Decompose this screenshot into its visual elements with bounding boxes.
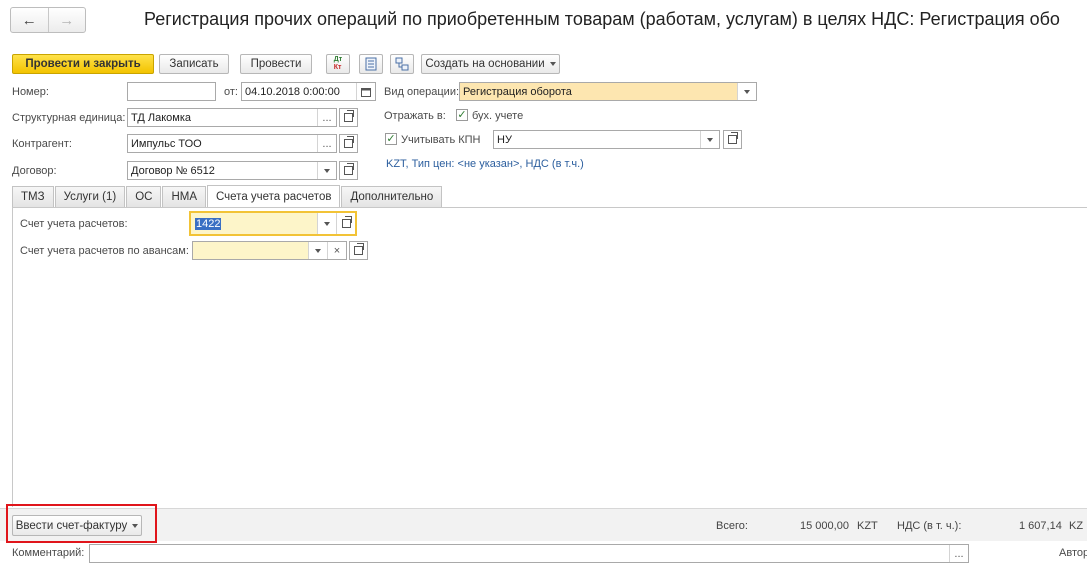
tab-bar: ТМЗ Услуги (1) ОС НМА Счета учета расчет… <box>12 185 443 208</box>
comment-label: Комментарий: <box>12 547 85 559</box>
chevron-down-icon <box>707 137 713 142</box>
settlement-account-open-button[interactable] <box>336 213 355 234</box>
date-field[interactable]: 04.10.2018 0:00:00 <box>241 82 376 101</box>
contract-dropdown-button[interactable] <box>317 162 336 179</box>
contract-label: Договор: <box>12 165 57 177</box>
vat-currency: KZ <box>1069 520 1084 532</box>
unit-field[interactable]: ТД Лакомка ... <box>127 108 337 127</box>
chevron-down-icon <box>315 248 321 253</box>
checkmark-icon: ✓ <box>457 108 467 121</box>
contract-field[interactable]: Договор № 6512 <box>127 161 337 180</box>
create-based-on-label: Создать на основании <box>425 58 545 70</box>
hierarchy-icon <box>395 57 409 71</box>
structure-button[interactable] <box>390 54 414 74</box>
ellipsis-icon: ... <box>322 111 332 124</box>
comment-field[interactable]: ... <box>89 544 969 563</box>
chevron-down-icon <box>549 62 556 66</box>
ellipsis-icon: ... <box>954 547 964 560</box>
advance-account-open-button[interactable] <box>349 241 368 260</box>
operation-field[interactable]: Регистрация оборота <box>459 82 757 101</box>
unit-select-button[interactable]: ... <box>317 109 336 126</box>
report-button[interactable] <box>359 54 383 74</box>
kpn-field[interactable]: НУ <box>493 130 720 149</box>
advance-account-label: Счет учета расчетов по авансам: <box>20 245 189 257</box>
chevron-down-icon <box>324 221 330 226</box>
kpn-checkbox[interactable]: ✓ <box>385 133 397 145</box>
save-button[interactable]: Записать <box>159 54 229 74</box>
post-button[interactable]: Провести <box>240 54 312 74</box>
open-icon <box>341 216 352 228</box>
tab-services[interactable]: Услуги (1) <box>54 186 126 207</box>
chevron-down-icon <box>324 168 330 173</box>
contractor-value: Импульс ТОО <box>131 137 202 150</box>
contract-open-button[interactable] <box>339 161 358 180</box>
tab-os[interactable]: ОС <box>126 186 162 207</box>
checkmark-icon: ✓ <box>386 132 396 145</box>
post-and-close-button[interactable]: Провести и закрыть <box>12 54 154 74</box>
kpn-value: НУ <box>497 133 512 146</box>
operation-value: Регистрация оборота <box>463 85 572 98</box>
vat-value: 1 607,14 <box>1019 520 1062 532</box>
contractor-field[interactable]: Импульс ТОО ... <box>127 134 337 153</box>
advance-account-field[interactable]: × <box>192 241 347 260</box>
advance-account-dropdown[interactable] <box>308 242 327 259</box>
calendar-button[interactable] <box>356 83 375 100</box>
tab-settlement-accounts[interactable]: Счета учета расчетов <box>207 185 341 208</box>
open-icon <box>344 136 354 148</box>
document-list-icon <box>365 57 377 71</box>
settlement-account-dropdown[interactable] <box>317 213 336 234</box>
settlement-account-value: 1422 <box>195 217 222 230</box>
number-label: Номер: <box>12 86 49 98</box>
contractor-open-button[interactable] <box>339 134 358 153</box>
total-label: Всего: <box>716 520 748 532</box>
chevron-down-icon <box>744 89 750 94</box>
kpn-open-button[interactable] <box>723 130 742 149</box>
operation-dropdown-button[interactable] <box>737 83 756 100</box>
contractor-select-button[interactable]: ... <box>317 135 336 152</box>
total-value: 15 000,00 <box>800 520 849 532</box>
unit-value: ТД Лакомка <box>131 111 191 124</box>
window-title: Регистрация прочих операций по приобрете… <box>144 9 1060 29</box>
contractor-label: Контрагент: <box>12 138 72 150</box>
advance-account-clear-button[interactable]: × <box>327 242 346 259</box>
arrow-right-icon: → <box>59 11 75 29</box>
arrow-left-icon: ← <box>21 11 37 29</box>
contract-value: Договор № 6512 <box>131 164 215 177</box>
reflect-accounting-checkbox[interactable]: ✓ <box>456 109 468 121</box>
open-icon <box>728 132 738 144</box>
clear-icon: × <box>333 244 341 257</box>
settlement-account-label: Счет учета расчетов: <box>20 218 128 230</box>
ellipsis-icon: ... <box>322 137 332 150</box>
unit-open-button[interactable] <box>339 108 358 127</box>
kpn-dropdown-button[interactable] <box>700 131 719 148</box>
back-button[interactable]: ← <box>11 8 48 32</box>
unit-label: Структурная единица: <box>12 112 126 124</box>
tab-additional[interactable]: Дополнительно <box>341 186 443 207</box>
price-info-link[interactable]: KZT, Тип цен: <не указан>, НДС (в т.ч.) <box>386 158 584 170</box>
date-label: от: <box>224 86 238 98</box>
open-icon <box>344 163 354 175</box>
create-based-on-button[interactable]: Создать на основании <box>421 54 560 74</box>
reflect-label: Отражать в: <box>384 110 446 122</box>
calendar-icon <box>361 87 371 97</box>
vat-label: НДС (в т. ч.): <box>897 520 962 532</box>
number-field[interactable] <box>127 82 216 101</box>
reflect-accounting-label: бух. учете <box>472 110 524 122</box>
total-currency: KZT <box>857 520 878 532</box>
comment-edit-button[interactable]: ... <box>949 545 968 562</box>
operation-label: Вид операции: <box>384 86 460 98</box>
open-icon <box>344 110 354 122</box>
dt-kt-button[interactable]: Дт Кт <box>326 54 350 74</box>
navigation-buttons: ← → <box>10 7 86 33</box>
tab-nma[interactable]: НМА <box>162 186 206 207</box>
date-value: 04.10.2018 0:00:00 <box>245 85 340 98</box>
dt-kt-icon: Дт Кт <box>333 56 343 71</box>
highlight-box <box>6 504 157 543</box>
open-icon <box>354 243 364 255</box>
kpn-label: Учитывать КПН <box>401 134 481 146</box>
settlement-account-field[interactable]: 1422 <box>189 211 357 236</box>
tab-tmz[interactable]: ТМЗ <box>12 186 54 207</box>
author-label: Автор <box>1059 547 1087 559</box>
forward-button[interactable]: → <box>49 8 86 32</box>
